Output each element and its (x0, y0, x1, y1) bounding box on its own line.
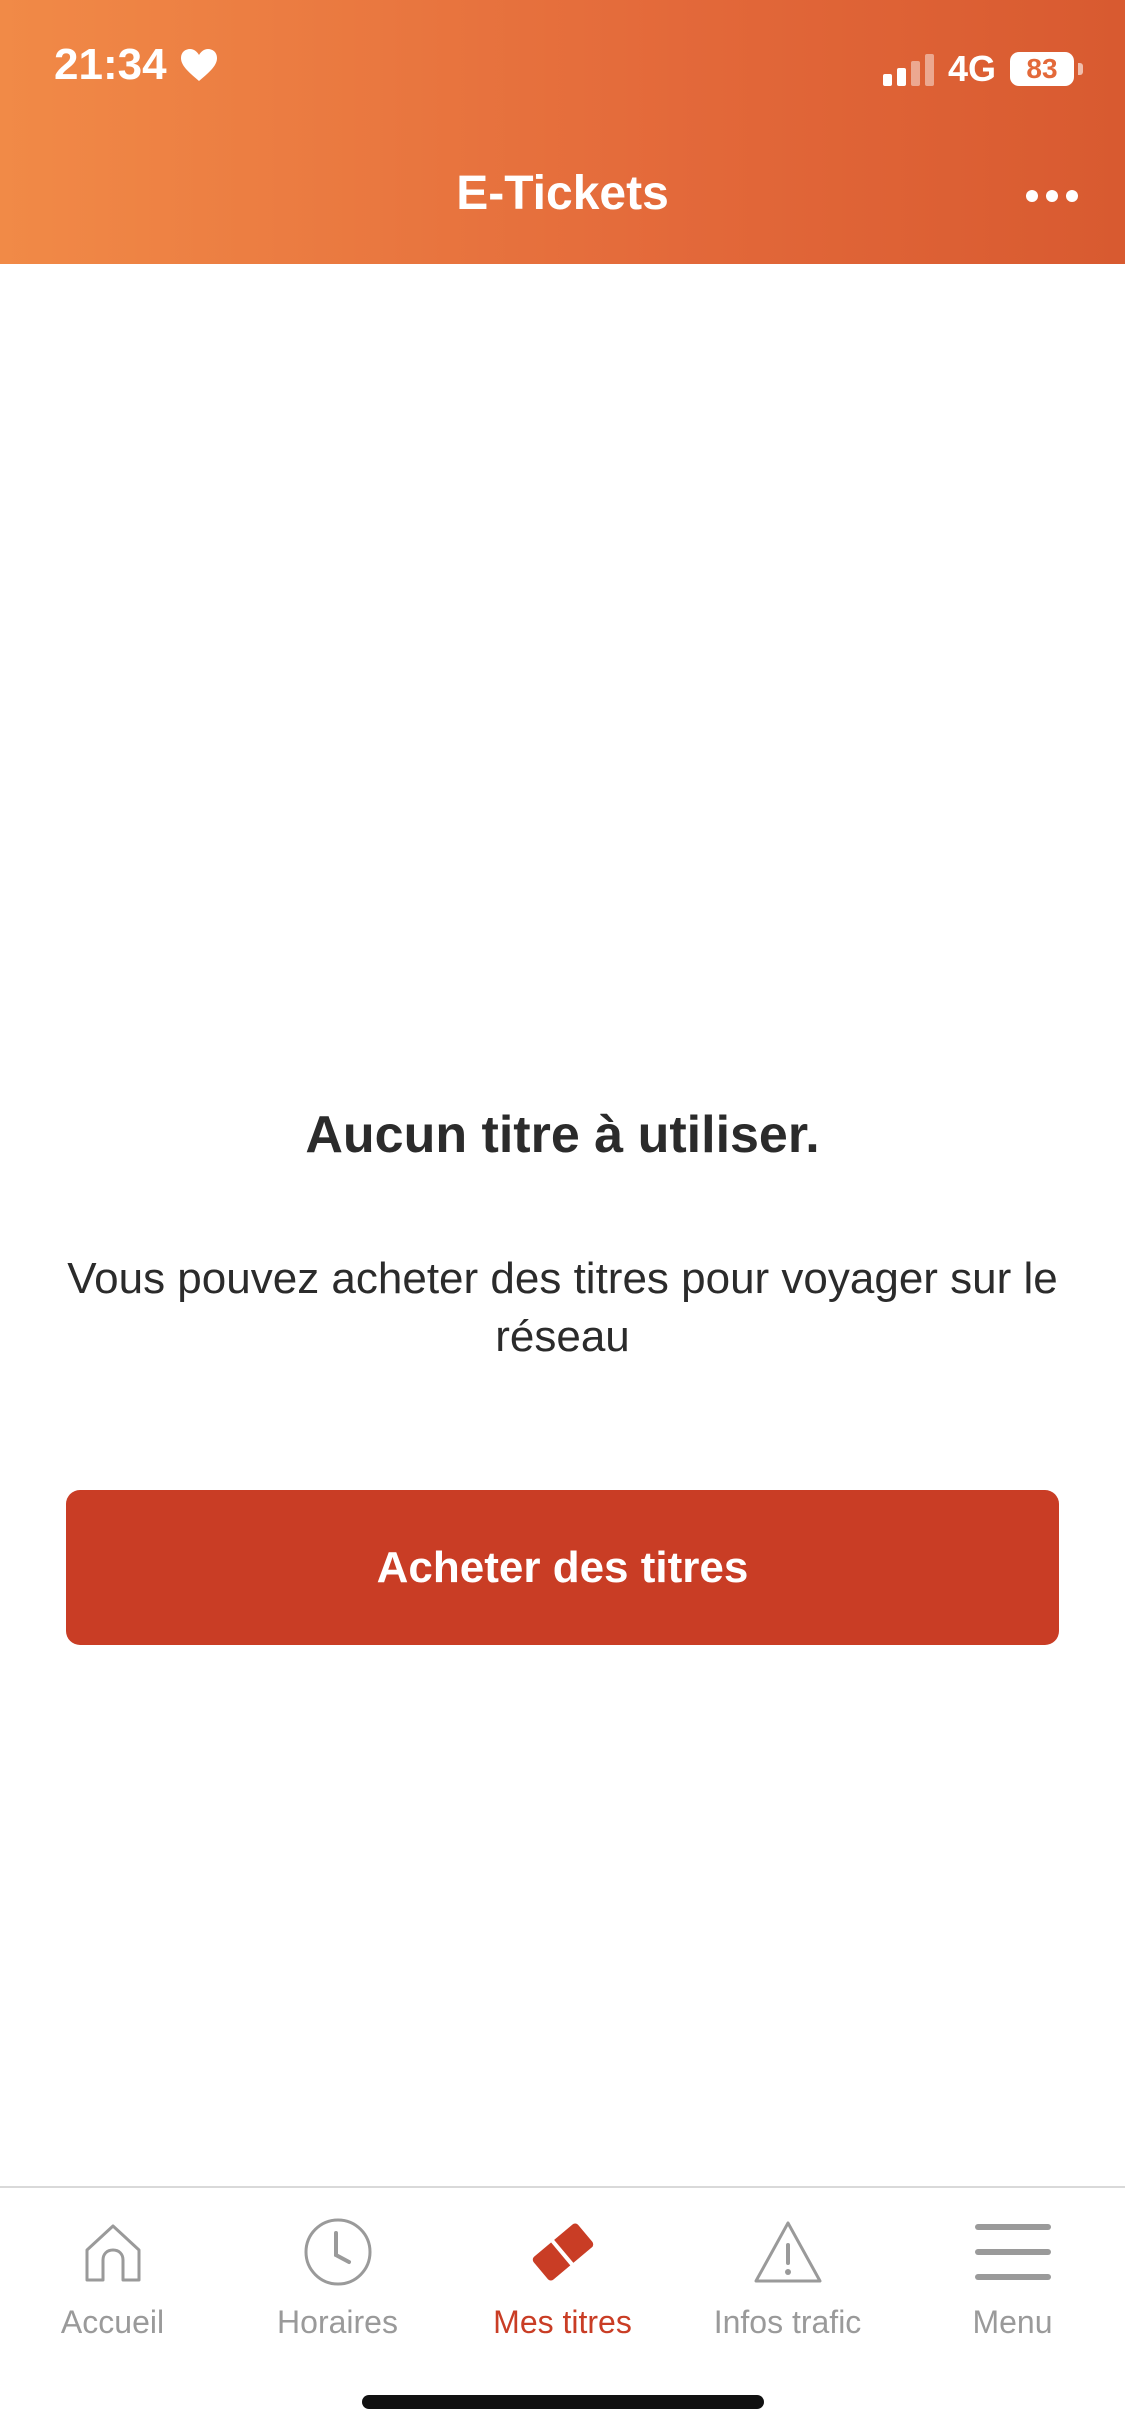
status-time: 21:34 (54, 40, 219, 90)
tab-label: Mes titres (493, 2304, 632, 2340)
heart-icon (180, 49, 217, 81)
battery-tip (1078, 63, 1083, 75)
warning-icon (748, 2212, 828, 2292)
more-dot-icon (1026, 190, 1038, 202)
tab-label: Accueil (60, 2304, 165, 2340)
menu-icon (973, 2212, 1053, 2292)
more-options-button[interactable] (1007, 170, 1097, 222)
network-type: 4G (947, 48, 996, 89)
tab-accueil[interactable]: Accueil (0, 2212, 225, 2362)
tab-menu[interactable]: Menu (900, 2212, 1125, 2362)
empty-state-text: Vous pouvez acheter des titres pour voya… (67, 1254, 1058, 1361)
more-dot-icon (1066, 190, 1078, 202)
screen: 21:34 4G 83 E-Tickets Aucun titre à util… (0, 0, 1125, 2436)
empty-state-title: Aucun titre à utiliser. (305, 1106, 820, 1164)
tab-infos-trafic[interactable]: Infos trafic (675, 2212, 900, 2362)
header: 21:34 4G 83 E-Tickets (0, 0, 1125, 264)
tab-label: Horaires (277, 2304, 398, 2340)
tab-horaires[interactable]: Horaires (225, 2212, 450, 2362)
buy-tickets-button[interactable]: Acheter des titres (66, 1490, 1059, 1645)
battery-icon: 83 (1010, 52, 1074, 86)
home-indicator (362, 2395, 764, 2409)
page-title: E-Tickets (456, 167, 669, 220)
tab-mes-titres[interactable]: Mes titres (450, 2212, 675, 2362)
status-bar: 21:34 4G 83 (0, 0, 1125, 140)
tab-label: Menu (972, 2304, 1053, 2340)
ticket-icon (523, 2212, 603, 2292)
time-text: 21:34 (54, 40, 167, 89)
status-indicators: 4G 83 (882, 48, 1083, 90)
battery-level: 83 (1026, 53, 1058, 84)
tab-label: Infos trafic (713, 2304, 862, 2340)
more-dot-icon (1046, 190, 1058, 202)
home-icon (73, 2212, 153, 2292)
signal-icon (882, 52, 934, 86)
clock-icon (298, 2212, 378, 2292)
